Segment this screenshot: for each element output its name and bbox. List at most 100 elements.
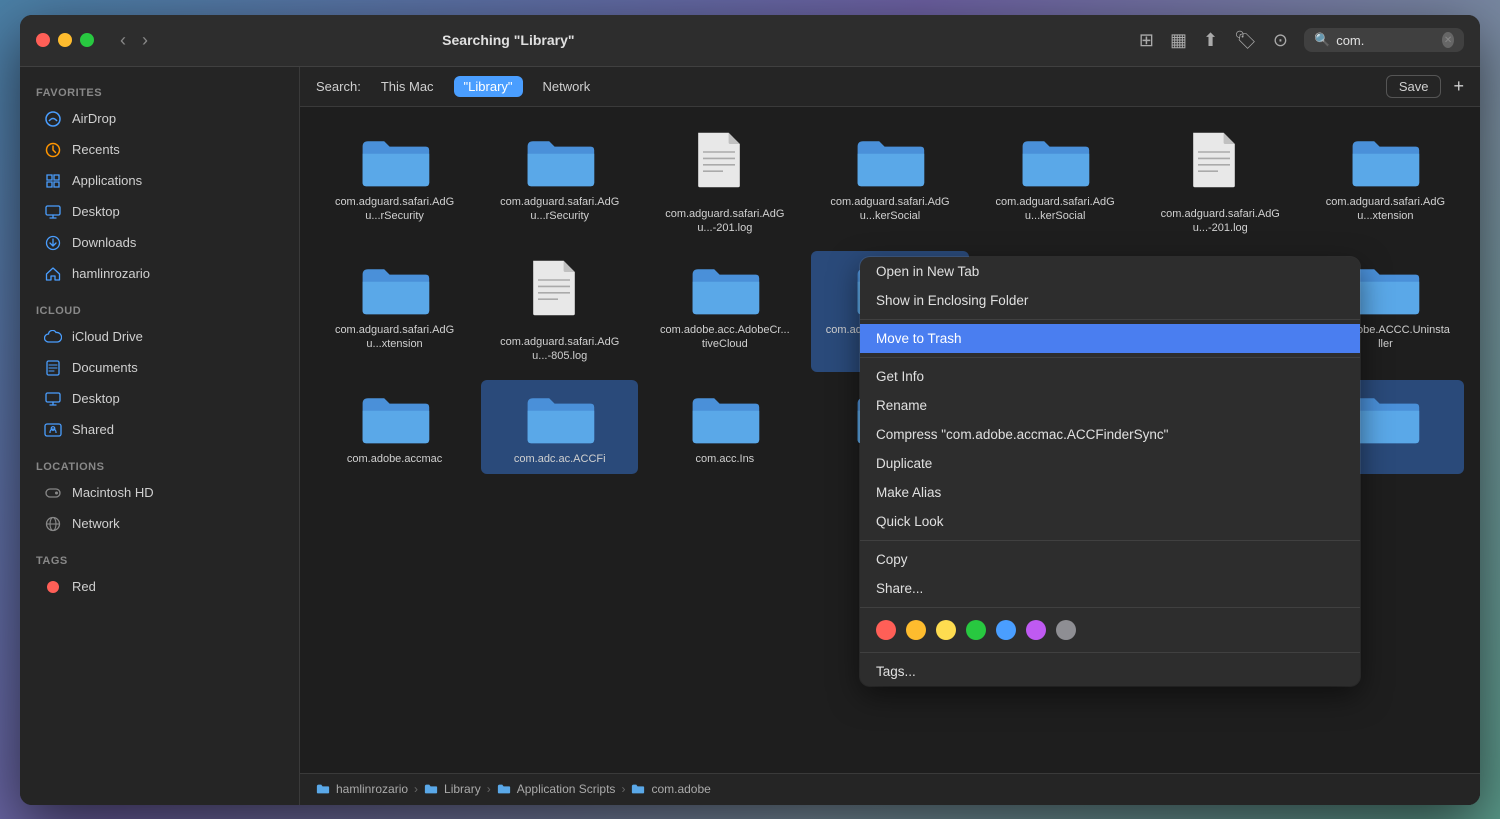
color-orange[interactable] xyxy=(906,620,926,640)
traffic-lights xyxy=(36,33,94,47)
sidebar-item-icloud-drive[interactable]: iCloud Drive xyxy=(28,322,291,352)
search-label: Search: xyxy=(316,79,361,94)
file-name: com.adobe.accmac xyxy=(347,452,442,466)
view-icon[interactable]: ⊞ xyxy=(1139,30,1154,51)
sidebar-item-downloads[interactable]: Downloads xyxy=(28,228,291,258)
sidebar-item-documents[interactable]: Documents xyxy=(28,353,291,383)
color-blue[interactable] xyxy=(996,620,1016,640)
file-name: com.adguard.safari.AdGu...xtension xyxy=(1320,195,1450,224)
breadcrumb-com-adobe[interactable]: com.adobe xyxy=(651,782,710,796)
folder-icon xyxy=(689,388,761,448)
save-button[interactable]: Save xyxy=(1386,75,1442,98)
ctx-copy[interactable]: Copy xyxy=(860,545,1360,574)
maximize-button[interactable] xyxy=(80,33,94,47)
file-item[interactable]: com.adguard.safari.AdGu...kerSocial xyxy=(977,123,1134,244)
close-button[interactable] xyxy=(36,33,50,47)
ctx-rename[interactable]: Rename xyxy=(860,391,1360,420)
ctx-divider-1 xyxy=(860,319,1360,320)
search-bar: 🔍 ✕ xyxy=(1304,28,1464,52)
desktop-icon xyxy=(44,203,62,221)
home-icon xyxy=(44,265,62,283)
scope-library[interactable]: "Library" xyxy=(454,76,523,97)
color-red[interactable] xyxy=(876,620,896,640)
recents-icon xyxy=(44,141,62,159)
file-item[interactable]: com.adguard.safari.AdGu...kerSocial xyxy=(811,123,968,244)
scope-this-mac[interactable]: This Mac xyxy=(373,77,442,96)
more-icon[interactable]: ⊙ xyxy=(1273,30,1288,51)
ctx-open-new-tab[interactable]: Open in New Tab xyxy=(860,257,1360,286)
file-item[interactable]: com.adguard.safari.AdGu...rSecurity xyxy=(316,123,473,244)
sidebar-label-home: hamlinrozario xyxy=(72,266,150,281)
sidebar-item-macintosh-hd[interactable]: Macintosh HD xyxy=(28,478,291,508)
file-item[interactable]: com.adobe.acc.AdobeCr...tiveCloud xyxy=(646,251,803,372)
red-tag-icon xyxy=(44,578,62,596)
color-green[interactable] xyxy=(966,620,986,640)
search-clear-button[interactable]: ✕ xyxy=(1442,32,1454,48)
file-item[interactable]: com.adguard.safari.AdGu...-201.log xyxy=(1142,123,1299,244)
toolbar-icons: ⊞ ▦ ⬆ 🏷 ⊙ 🔍 ✕ xyxy=(1139,28,1464,52)
file-item[interactable]: com.adguard.safari.AdGu...rSecurity xyxy=(481,123,638,244)
ctx-quick-look[interactable]: Quick Look xyxy=(860,507,1360,536)
ctx-divider-3 xyxy=(860,540,1360,541)
file-item[interactable]: com.adguard.safari.AdGu...-201.log xyxy=(646,123,803,244)
file-name: com.adguard.safari.AdGu...kerSocial xyxy=(990,195,1120,224)
file-item[interactable]: com.acc.Ins xyxy=(646,380,803,474)
locations-header: Locations xyxy=(20,453,299,477)
scope-network[interactable]: Network xyxy=(535,77,599,96)
context-menu: Open in New Tab Show in Enclosing Folder… xyxy=(860,257,1360,686)
window-title: Searching "Library" xyxy=(442,32,574,48)
file-item-selected-2[interactable]: com.adc.ac.ACCFi xyxy=(481,380,638,474)
share-icon[interactable]: ⬆ xyxy=(1203,30,1218,51)
tag-icon[interactable]: 🏷 xyxy=(1234,30,1257,51)
ctx-move-to-trash[interactable]: Move to Trash xyxy=(860,324,1360,353)
ctx-make-alias[interactable]: Make Alias xyxy=(860,478,1360,507)
color-purple[interactable] xyxy=(1026,620,1046,640)
sidebar-item-network[interactable]: Network xyxy=(28,509,291,539)
breadcrumb-home[interactable]: hamlinrozario xyxy=(336,782,408,796)
color-gray[interactable] xyxy=(1056,620,1076,640)
sidebar-item-home[interactable]: hamlinrozario xyxy=(28,259,291,289)
group-icon[interactable]: ▦ xyxy=(1170,30,1187,51)
ctx-duplicate[interactable]: Duplicate xyxy=(860,449,1360,478)
folder-icon xyxy=(359,259,431,319)
file-item[interactable]: com.adguard.safari.AdGu...xtension xyxy=(1307,123,1464,244)
sidebar-item-desktop[interactable]: Desktop xyxy=(28,197,291,227)
breadcrumb-app-scripts[interactable]: Application Scripts xyxy=(517,782,616,796)
sidebar-label-network: Network xyxy=(72,516,120,531)
sidebar-label-recents: Recents xyxy=(72,142,120,157)
ctx-share[interactable]: Share... xyxy=(860,574,1360,603)
icloud-desktop-icon xyxy=(44,390,62,408)
back-button[interactable]: ‹ xyxy=(114,28,132,53)
sidebar-label-documents: Documents xyxy=(72,360,138,375)
sidebar-item-applications[interactable]: Applications xyxy=(28,166,291,196)
file-item[interactable]: com.adguard.safari.AdGu...-805.log xyxy=(481,251,638,372)
nav-buttons: ‹ › xyxy=(114,28,154,53)
sidebar-item-airdrop[interactable]: AirDrop xyxy=(28,104,291,134)
icloud-icon xyxy=(44,328,62,346)
sidebar-label-airdrop: AirDrop xyxy=(72,111,116,126)
file-item[interactable]: com.adobe.accmac xyxy=(316,380,473,474)
ctx-tags[interactable]: Tags... xyxy=(860,657,1360,686)
file-name: com.adguard.safari.AdGu...-201.log xyxy=(1155,207,1285,236)
sidebar-item-recents[interactable]: Recents xyxy=(28,135,291,165)
statusbar: hamlinrozario › Library › Application Sc… xyxy=(300,773,1480,805)
sidebar-item-icloud-desktop[interactable]: Desktop xyxy=(28,384,291,414)
shared-icon xyxy=(44,421,62,439)
forward-button[interactable]: › xyxy=(136,28,154,53)
plus-button[interactable]: + xyxy=(1453,76,1464,97)
sidebar-item-red-tag[interactable]: Red xyxy=(28,572,291,602)
ctx-divider-2 xyxy=(860,357,1360,358)
sidebar-item-shared[interactable]: Shared xyxy=(28,415,291,445)
breadcrumb-library[interactable]: Library xyxy=(444,782,481,796)
network-icon xyxy=(44,515,62,533)
color-yellow[interactable] xyxy=(936,620,956,640)
file-item[interactable]: com.adguard.safari.AdGu...xtension xyxy=(316,251,473,372)
breadcrumb: hamlinrozario › Library › Application Sc… xyxy=(316,782,711,796)
ctx-divider-5 xyxy=(860,652,1360,653)
ctx-compress[interactable]: Compress "com.adobe.accmac.ACCFinderSync… xyxy=(860,420,1360,449)
ctx-get-info[interactable]: Get Info xyxy=(860,362,1360,391)
minimize-button[interactable] xyxy=(58,33,72,47)
file-name: com.adc.ac.ACCFi xyxy=(514,452,606,466)
search-input[interactable] xyxy=(1336,33,1436,48)
ctx-show-enclosing[interactable]: Show in Enclosing Folder xyxy=(860,286,1360,315)
